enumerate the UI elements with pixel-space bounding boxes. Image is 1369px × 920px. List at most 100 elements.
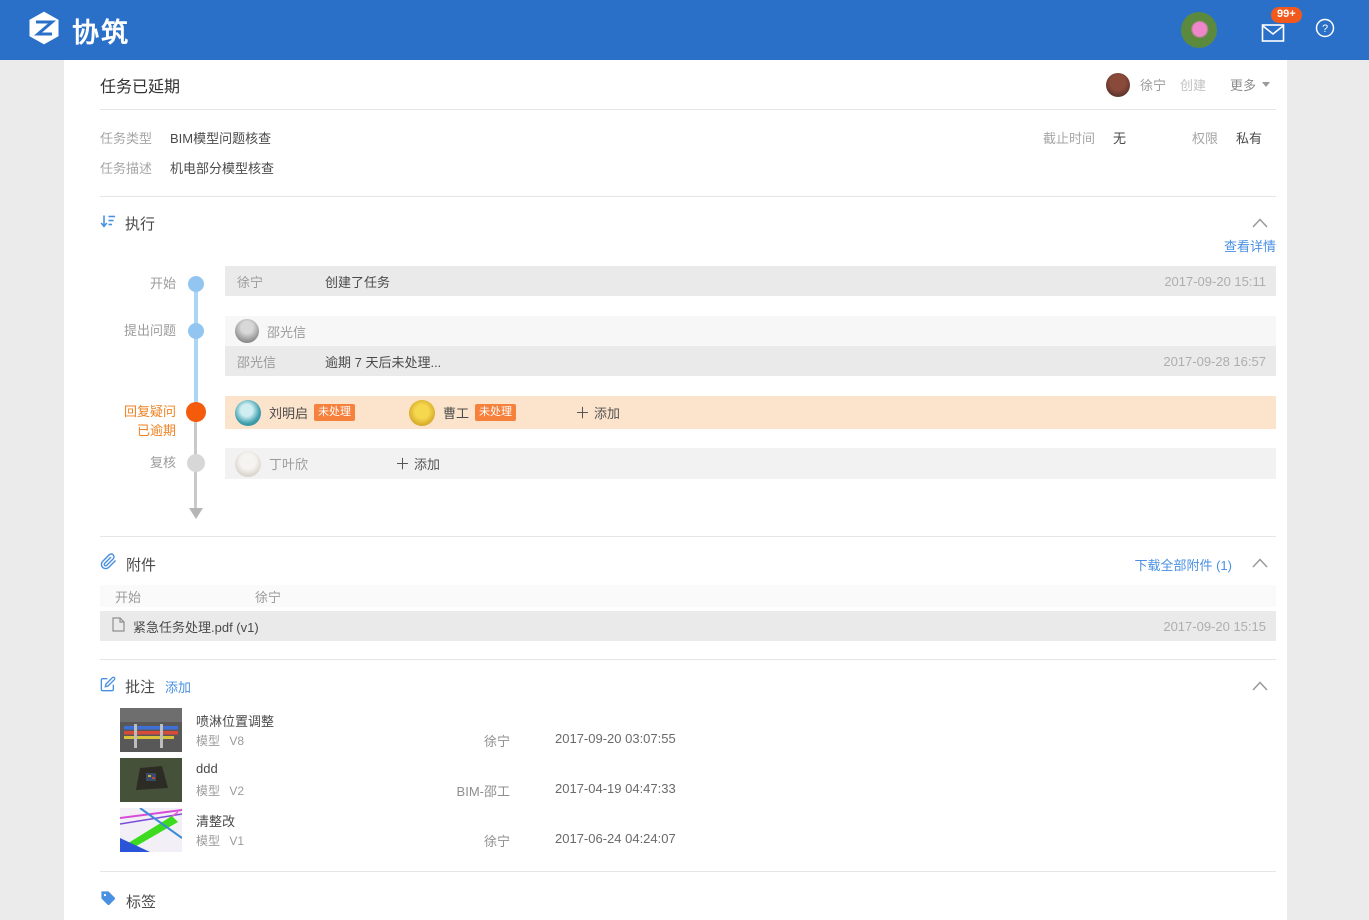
annotation-author: 徐宁: [350, 831, 510, 850]
person-chip[interactable]: 邵光信: [235, 319, 306, 343]
brand-name: 协筑: [72, 11, 130, 50]
annotation-type: 模型: [196, 734, 220, 748]
avatar: [409, 400, 435, 426]
page-title: 任务已延期: [100, 73, 180, 97]
paperclip-icon: [100, 553, 117, 575]
execution-timeline: 开始 提出问题 回复疑问 已逾期 复核 徐宁 创建了任务 2017-09-20 …: [100, 258, 1276, 536]
annotation-thumbnail[interactable]: [120, 758, 182, 802]
plus-icon: ＋: [395, 456, 410, 473]
attachment-uploader: 徐宁: [255, 587, 281, 606]
chevron-up-icon: [1252, 681, 1268, 691]
annotation-title[interactable]: ddd: [196, 761, 218, 776]
timeline-row-review-assignees: 丁叶欣 ＋添加: [225, 448, 1276, 479]
file-name: 紧急任务处理.pdf (v1): [133, 617, 259, 636]
plus-icon: ＋: [575, 405, 590, 422]
annotation-version: V2: [229, 784, 244, 798]
task-detail-panel: 任务已延期 徐宁 创建 更多 任务类型 BIM模型问题核查 截止时间 无: [64, 60, 1287, 920]
execution-section-title: 执行: [125, 213, 155, 234]
stage-label-reply: 回复疑问: [100, 404, 176, 420]
chevron-down-icon: [1262, 82, 1270, 87]
notification-badge: 99+: [1271, 7, 1302, 23]
timeline-row-reply-assignees: 刘明启 未处理 曹工 未处理 ＋添加: [225, 396, 1276, 429]
add-reviewer-button[interactable]: ＋添加: [395, 453, 440, 474]
chevron-up-icon: [1252, 558, 1268, 568]
annotation-thumbnail[interactable]: [120, 808, 182, 852]
more-button[interactable]: 更多: [1230, 75, 1270, 94]
timeline-line-active: [194, 284, 198, 412]
deadline-label: 截止时间: [1043, 128, 1095, 147]
annotation-version: V1: [229, 834, 244, 848]
actor-name: 徐宁: [237, 272, 325, 291]
person-chip[interactable]: 丁叶欣: [235, 451, 395, 477]
deadline-value: 无: [1113, 128, 1126, 147]
hexagon-logo-icon: [24, 8, 64, 53]
question-icon: ?: [1315, 18, 1335, 38]
attachment-file-row[interactable]: 紧急任务处理.pdf (v1) 2017-09-20 15:15: [100, 611, 1276, 641]
stage-dot-raise-issue: [188, 323, 204, 339]
person-name: 刘明启: [269, 403, 308, 422]
avatar: [235, 400, 261, 426]
user-avatar[interactable]: [1181, 12, 1217, 48]
permission-value: 私有: [1236, 128, 1262, 147]
chevron-up-icon: [1252, 218, 1268, 228]
add-annotation-button[interactable]: 添加: [165, 677, 191, 696]
brand-logo[interactable]: 协筑: [24, 8, 130, 53]
annotation-type: 模型: [196, 834, 220, 848]
collapse-execution-button[interactable]: [1252, 215, 1268, 233]
creator-action-label: 创建: [1180, 75, 1206, 94]
annotation-timestamp: 2017-09-20 03:07:55: [555, 731, 676, 746]
annotation-item: ddd 模型 V2 BIM-邵工 2017-04-19 04:47:33: [100, 757, 1276, 807]
person-name: 邵光信: [267, 322, 306, 341]
timestamp: 2017-09-20 15:15: [1163, 619, 1266, 634]
collapse-attachments-button[interactable]: [1252, 555, 1268, 573]
description-label: 任务描述: [100, 158, 152, 177]
stage-label-start: 开始: [100, 276, 176, 292]
tags-section: 标签: [100, 872, 1276, 920]
stage-dot-reply-overdue: [186, 402, 206, 422]
annotations-section-title: 批注: [125, 676, 155, 697]
action-text: 创建了任务: [325, 272, 390, 291]
add-assignee-button[interactable]: ＋添加: [575, 402, 620, 423]
collapse-annotations-button[interactable]: [1252, 678, 1268, 696]
status-badge: 未处理: [314, 404, 355, 421]
view-details-link[interactable]: 查看详情: [1224, 239, 1276, 254]
annotation-author: BIM-邵工: [350, 781, 510, 800]
annotation-thumbnail[interactable]: [120, 708, 182, 752]
task-title-bar: 任务已延期 徐宁 创建 更多: [100, 60, 1276, 110]
edit-note-icon: [100, 676, 116, 697]
person-name: 曹工: [443, 403, 469, 422]
person-chip[interactable]: 曹工 未处理: [409, 400, 539, 426]
task-type-label: 任务类型: [100, 128, 152, 147]
status-badge: 未处理: [475, 404, 516, 421]
annotation-version: V8: [229, 734, 244, 748]
action-text: 逾期 7 天后未处理...: [325, 352, 441, 371]
person-chip[interactable]: 刘明启 未处理: [235, 400, 395, 426]
tag-icon: [100, 890, 117, 912]
description-value: 机电部分模型核查: [170, 158, 274, 177]
annotation-title[interactable]: 清整改: [196, 811, 235, 830]
annotation-item: 清整改 模型 V1 徐宁 2017-06-24 04:24:07: [100, 807, 1276, 857]
execution-section: 执行 查看详情 开始 提出问题 回复疑问 已逾期 复核: [100, 197, 1276, 536]
permission-label: 权限: [1192, 128, 1218, 147]
download-all-link[interactable]: 下载全部附件 (1): [1134, 555, 1232, 574]
annotation-title[interactable]: 喷淋位置调整: [196, 711, 274, 730]
annotation-item: 喷淋位置调整 模型 V8 徐宁 2017-09-20 03:07:55: [100, 707, 1276, 757]
annotation-author: 徐宁: [350, 731, 510, 750]
attachments-section: 附件 下载全部附件 (1) 开始 徐宁: [100, 537, 1276, 659]
attachments-section-title: 附件: [126, 554, 156, 575]
timeline-row-created: 徐宁 创建了任务 2017-09-20 15:11: [225, 266, 1276, 296]
person-name: 丁叶欣: [269, 454, 308, 473]
timeline-row-issue-owner: 邵光信: [225, 316, 1276, 346]
attachment-stage: 开始: [115, 587, 255, 606]
help-button[interactable]: ?: [1315, 18, 1335, 43]
task-type-value: BIM模型问题核查: [170, 128, 271, 147]
creator-name: 徐宁: [1140, 75, 1166, 94]
stage-label-raise-issue: 提出问题: [100, 323, 176, 339]
actor-name: 邵光信: [237, 352, 325, 371]
timeline-arrow-icon: [189, 508, 203, 519]
creator-avatar[interactable]: [1106, 73, 1130, 97]
page: 协筑 99+ ? 任务已延期: [0, 0, 1369, 920]
notifications-button[interactable]: 99+: [1261, 15, 1287, 45]
annotations-section: 批注 添加: [100, 660, 1276, 871]
stage-dot-review: [187, 454, 205, 472]
